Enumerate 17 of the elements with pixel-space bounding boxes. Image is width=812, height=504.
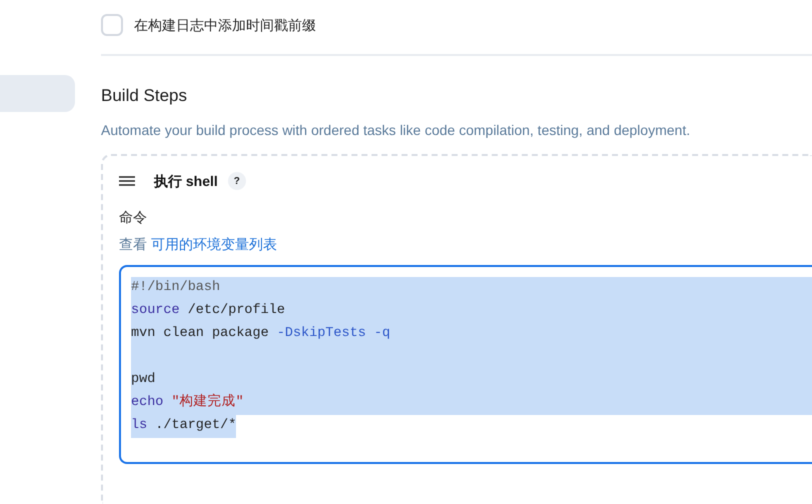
env-variables-link[interactable]: 可用的环境变量列表 [151, 234, 277, 255]
code-line: source /etc/profile [131, 302, 285, 320]
code-line: echo "构建完成" [131, 392, 244, 412]
code-editor[interactable]: #!/bin/bash source /etc/profile mvn clean package -DskipTests -q pwd echo "构建完成" ls ./target/* [119, 265, 812, 464]
section-description: Automate your build process with ordered tasks like code compilation, testing, and deployment. [101, 121, 692, 140]
code-line: mvn clean package -DskipTests -q [131, 325, 390, 344]
help-button[interactable]: ? [228, 172, 246, 190]
step-title: 执行 shell [154, 172, 218, 190]
field-label: 命令 [119, 208, 148, 227]
checkbox[interactable] [101, 14, 123, 36]
drag-handle-icon[interactable] [119, 176, 135, 186]
checkbox-label: 在构建日志中添加时间戳前缀 [134, 16, 316, 34]
sidebar-item[interactable] [0, 75, 75, 112]
code-line: #!/bin/bash [131, 279, 220, 298]
code-line: pwd [131, 371, 156, 390]
link-prefix: 查看 [119, 235, 147, 254]
section-title: Build Steps [101, 85, 188, 107]
